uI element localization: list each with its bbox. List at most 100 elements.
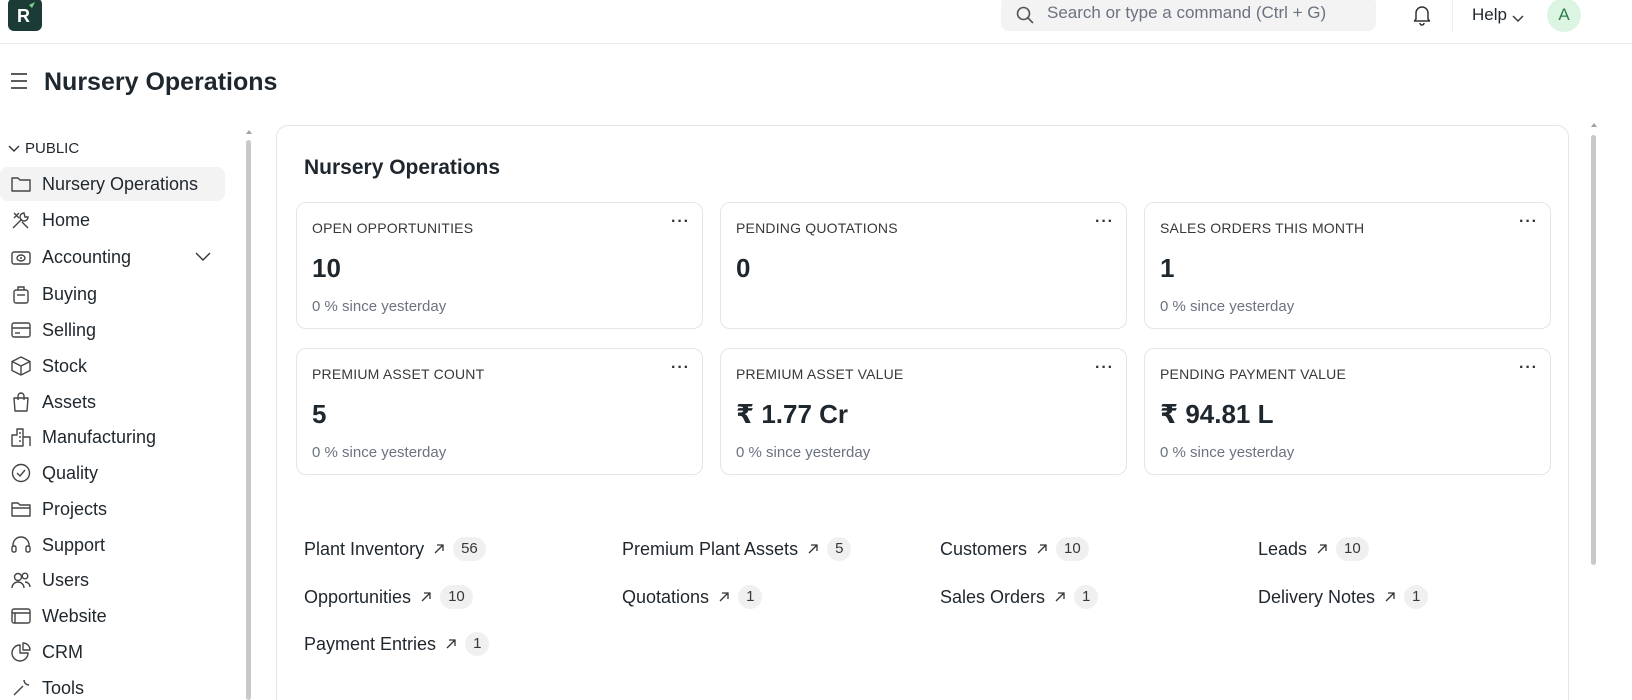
number-card-pending-payment-value[interactable]: PENDING PAYMENT VALUE ··· ₹ 94.81 L 0 % …: [1144, 348, 1551, 475]
sidebar-item-crm[interactable]: CRM: [0, 635, 225, 669]
user-avatar[interactable]: A: [1547, 0, 1581, 32]
scroll-up-arrow-icon[interactable]: [246, 130, 252, 134]
more-options-icon[interactable]: ···: [1095, 359, 1114, 377]
buying-icon: [0, 277, 42, 311]
sidebar-item-label: Quality: [42, 462, 99, 483]
selling-icon: [0, 313, 42, 347]
sidebar-scrollbar[interactable]: [246, 130, 252, 700]
more-options-icon[interactable]: ···: [671, 213, 690, 231]
sidebar-item-manufacturing[interactable]: Manufacturing: [0, 420, 225, 454]
sidebar-section-public[interactable]: PUBLIC: [8, 140, 79, 157]
sidebar-item-assets[interactable]: Assets: [0, 385, 225, 419]
website-icon: [0, 599, 42, 633]
shortcut-label: Plant Inventory: [304, 538, 425, 559]
sidebar-item-label: Stock: [42, 355, 88, 376]
workspace-card: Nursery Operations OPEN OPPORTUNITIES ··…: [276, 125, 1569, 700]
users-icon: [0, 563, 42, 597]
sidebar-item-label: Support: [42, 534, 106, 555]
sidebar-item-users[interactable]: Users: [0, 563, 225, 597]
stock-box-icon: [0, 349, 42, 383]
folder-icon: [0, 167, 42, 201]
sidebar-item-stock[interactable]: Stock: [0, 349, 225, 383]
number-card-trend: 0 % since yesterday: [1160, 298, 1295, 315]
shortcut-count-badge: 1: [465, 632, 490, 656]
number-card-premium-asset-value[interactable]: PREMIUM ASSET VALUE ··· ₹ 1.77 Cr 0 % si…: [720, 348, 1127, 475]
logo-icon: R: [17, 2, 35, 26]
sidebar-item-projects[interactable]: Projects: [0, 492, 225, 526]
number-card-title: SALES ORDERS THIS MONTH: [1160, 220, 1365, 236]
sidebar-toggle-icon[interactable]: [9, 72, 29, 95]
number-card-value: 10: [312, 253, 341, 283]
sidebar-item-website[interactable]: Website: [0, 599, 225, 633]
sidebar-item-tools[interactable]: Tools: [0, 671, 225, 700]
shortcut-opportunities[interactable]: Opportunities 10: [304, 584, 473, 610]
shortcut-delivery-notes[interactable]: Delivery Notes 1: [1258, 584, 1429, 610]
scrollbar-thumb[interactable]: [1591, 135, 1596, 565]
sidebar-item-home[interactable]: Home: [0, 203, 225, 237]
number-card-value: ₹ 1.77 Cr: [736, 399, 849, 429]
main-scrollbar[interactable]: [1591, 123, 1597, 573]
sidebar-item-nursery-operations[interactable]: Nursery Operations: [0, 167, 225, 201]
shortcut-count-badge: 1: [738, 585, 763, 609]
number-card-title: PENDING PAYMENT VALUE: [1160, 366, 1346, 382]
shortcut-customers[interactable]: Customers 10: [940, 536, 1089, 562]
shortcut-premium-plant-assets[interactable]: Premium Plant Assets 5: [622, 536, 852, 562]
shortcut-label: Customers: [940, 538, 1028, 559]
chevron-down-icon[interactable]: [195, 249, 211, 267]
number-card-value: 1: [1160, 253, 1175, 283]
shortcut-plant-inventory[interactable]: Plant Inventory 56: [304, 536, 486, 562]
more-options-icon[interactable]: ···: [1519, 213, 1538, 231]
arrow-up-right-icon: [446, 636, 456, 654]
chevron-down-icon[interactable]: [1512, 10, 1524, 28]
number-card-title: PENDING QUOTATIONS: [736, 220, 898, 236]
arrow-up-right-icon: [434, 541, 444, 559]
more-options-icon[interactable]: ···: [1095, 213, 1114, 231]
sidebar-item-label: Accounting: [42, 246, 132, 267]
scrollbar-thumb[interactable]: [246, 140, 251, 700]
page-title: Nursery Operations: [44, 68, 278, 96]
sidebar-item-quality[interactable]: Quality: [0, 456, 225, 490]
sidebar-item-label: Tools: [42, 677, 85, 698]
number-card-open-opportunities[interactable]: OPEN OPPORTUNITIES ··· 10 0 % since yest…: [296, 202, 703, 329]
sidebar: PUBLIC Nursery Operations Home Accountin…: [0, 130, 230, 700]
sidebar-item-label: Home: [42, 209, 91, 230]
sidebar-item-selling[interactable]: Selling: [0, 313, 225, 347]
notification-bell-icon[interactable]: [1412, 4, 1432, 31]
sidebar-item-label: Assets: [42, 391, 97, 412]
search-bar[interactable]: Search or type a command (Ctrl + G): [1001, 0, 1376, 31]
shortcut-count-badge: 56: [453, 537, 486, 561]
scroll-up-arrow-icon[interactable]: [1591, 123, 1597, 127]
shortcut-count-badge: 5: [827, 537, 852, 561]
sidebar-item-label: CRM: [42, 641, 83, 662]
arrow-up-right-icon: [1317, 541, 1327, 559]
number-card-title: PREMIUM ASSET VALUE: [736, 366, 904, 382]
sidebar-item-label: Nursery Operations: [42, 173, 199, 194]
assets-bag-icon: [0, 385, 42, 419]
shortcut-leads[interactable]: Leads 10: [1258, 536, 1369, 562]
shortcut-count-badge: 1: [1074, 585, 1099, 609]
projects-folder-icon: [0, 492, 42, 526]
shortcut-payment-entries[interactable]: Payment Entries 1: [304, 631, 490, 657]
shortcut-count-badge: 1: [1404, 585, 1429, 609]
shortcut-label: Sales Orders: [940, 586, 1046, 607]
shortcut-label: Quotations: [622, 586, 710, 607]
shortcut-quotations[interactable]: Quotations 1: [622, 584, 763, 610]
sidebar-item-accounting[interactable]: Accounting: [0, 240, 225, 274]
help-dropdown[interactable]: Help: [1472, 5, 1507, 25]
sidebar-item-label: Selling: [42, 319, 97, 340]
app-logo[interactable]: R: [8, 0, 42, 31]
number-card-premium-asset-count[interactable]: PREMIUM ASSET COUNT ··· 5 0 % since yest…: [296, 348, 703, 475]
shortcut-sales-orders[interactable]: Sales Orders 1: [940, 584, 1099, 610]
more-options-icon[interactable]: ···: [1519, 359, 1538, 377]
shortcut-count-badge: 10: [440, 585, 473, 609]
number-card-value: 0: [736, 253, 751, 283]
sidebar-item-buying[interactable]: Buying: [0, 277, 225, 311]
number-card-pending-quotations[interactable]: PENDING QUOTATIONS ··· 0: [720, 202, 1127, 329]
number-card-sales-orders-this-month[interactable]: SALES ORDERS THIS MONTH ··· 1 0 % since …: [1144, 202, 1551, 329]
arrow-up-right-icon: [421, 589, 431, 607]
sidebar-section-label: PUBLIC: [25, 140, 80, 157]
svg-text:R: R: [17, 6, 30, 26]
more-options-icon[interactable]: ···: [671, 359, 690, 377]
sidebar-item-support[interactable]: Support: [0, 528, 225, 562]
sidebar-item-label: Website: [42, 605, 107, 626]
